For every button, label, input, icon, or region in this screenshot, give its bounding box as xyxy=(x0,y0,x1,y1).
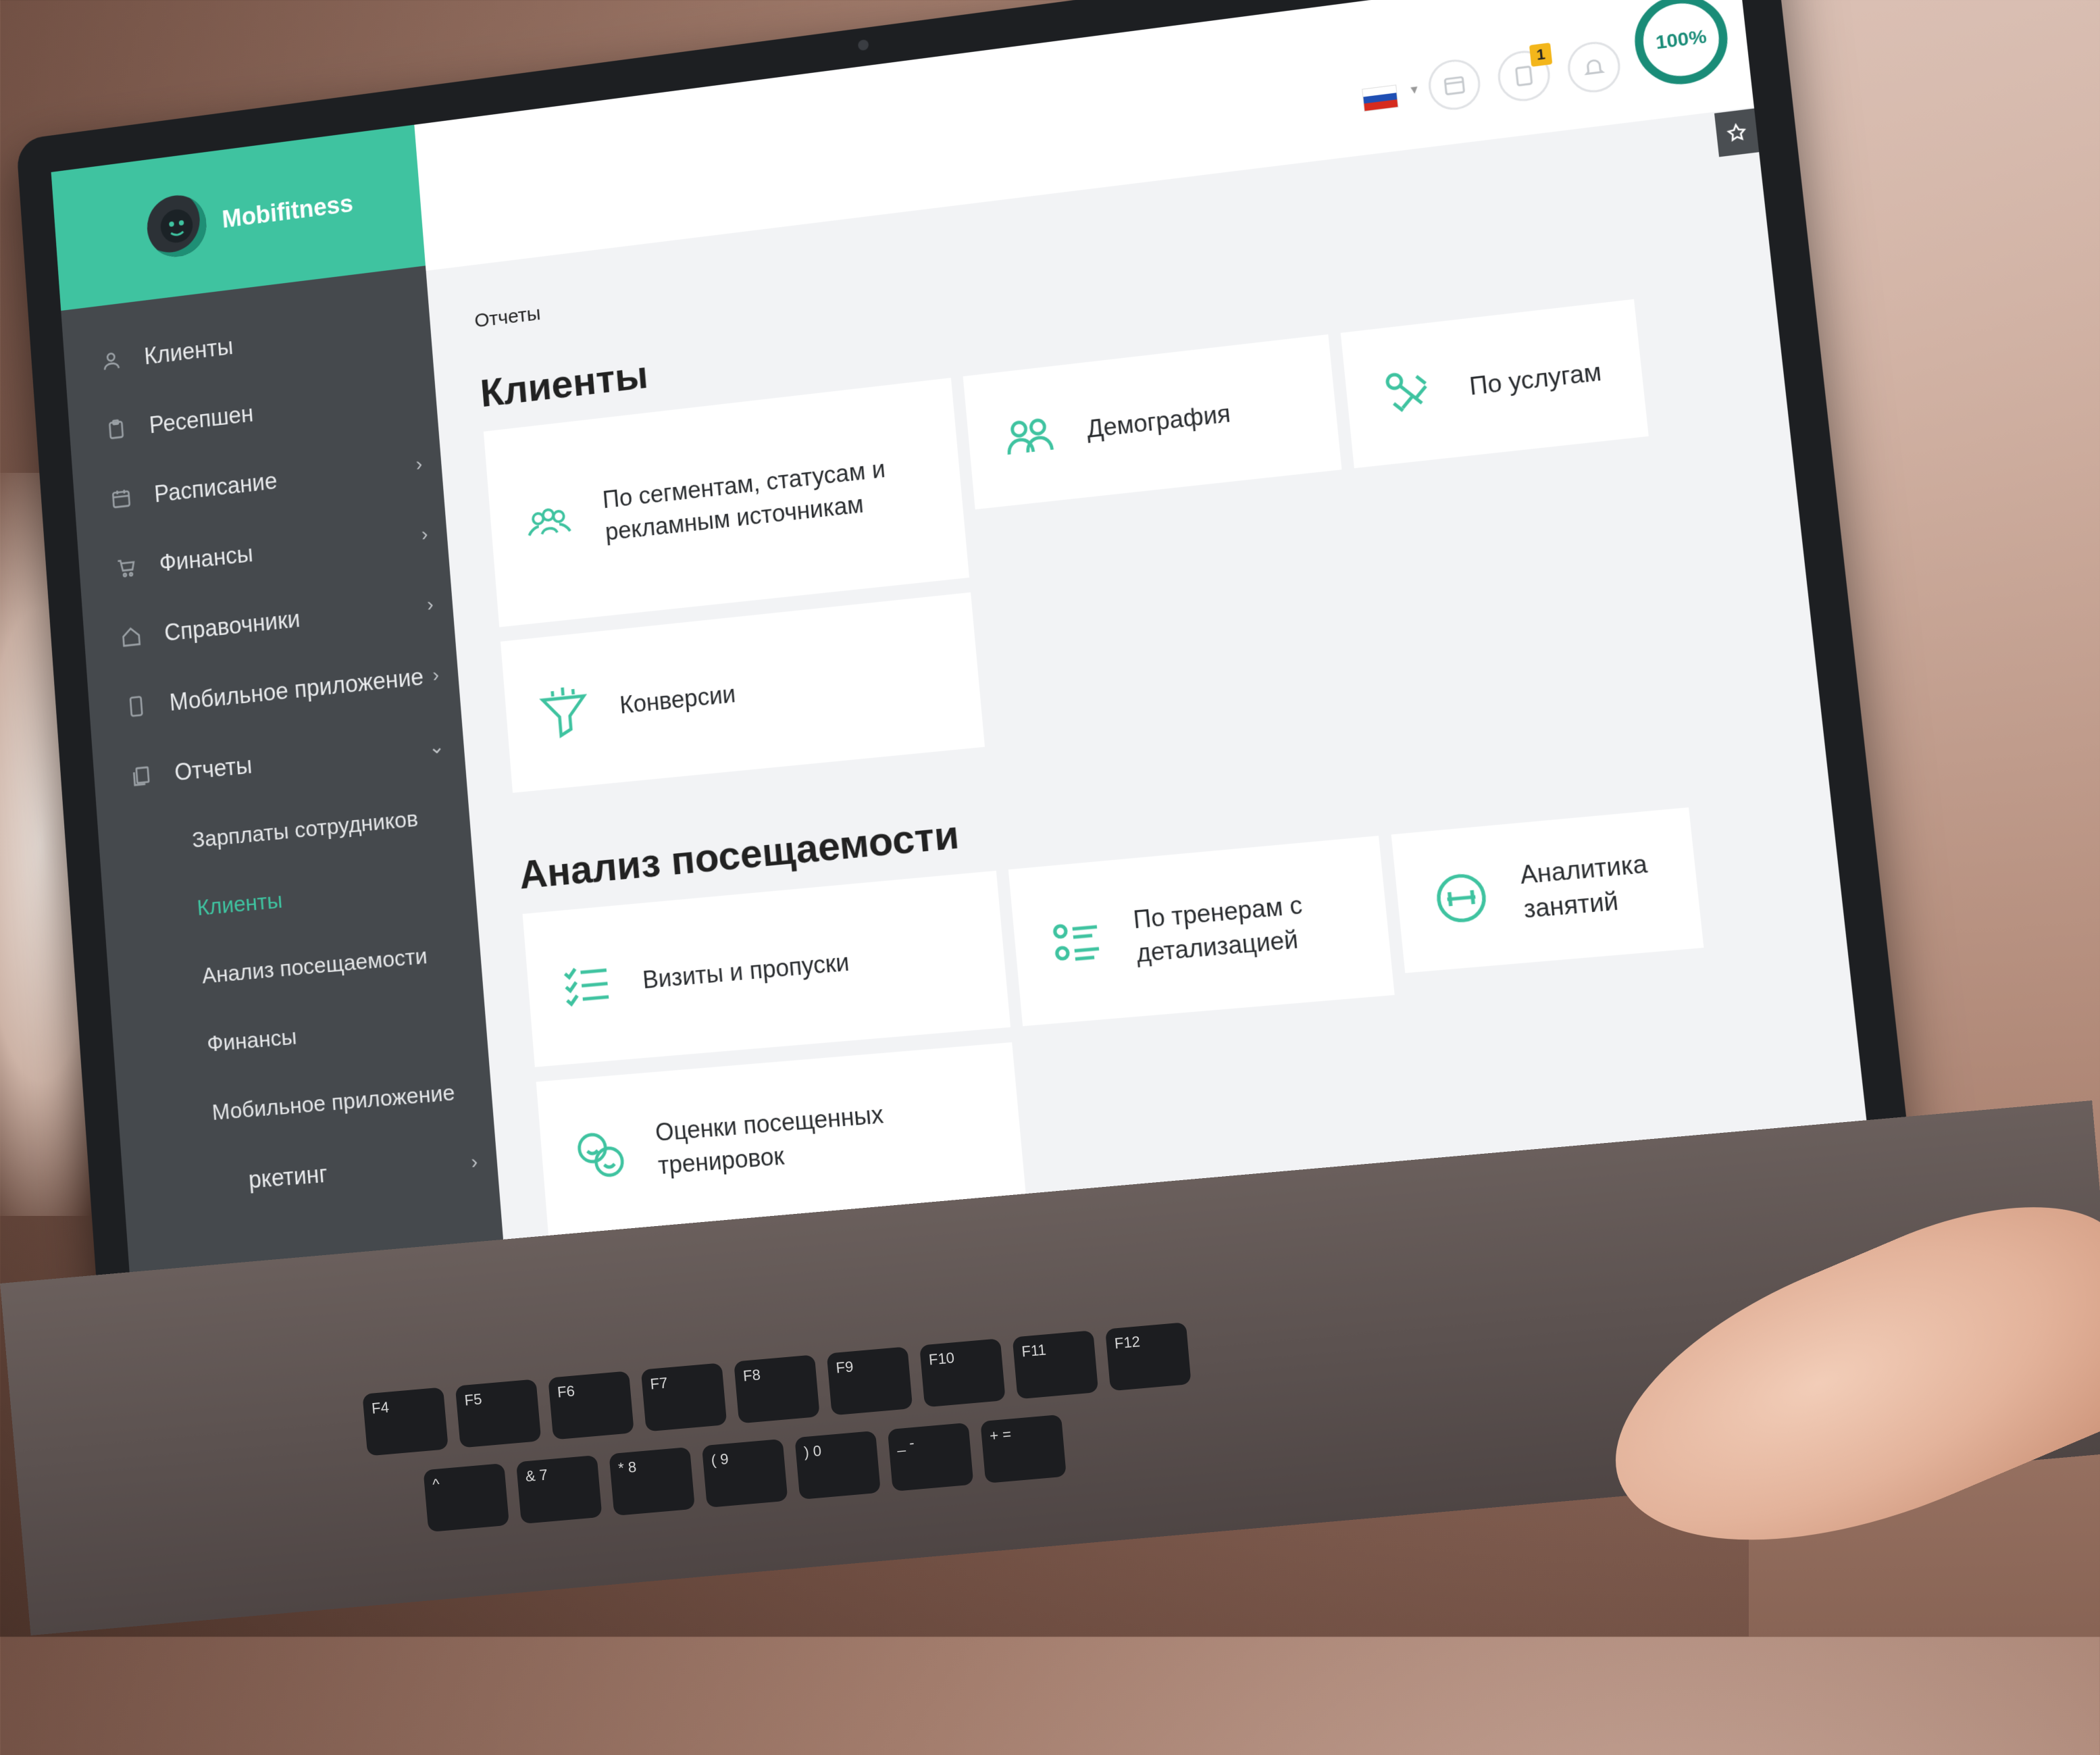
keyboard-key: F12 xyxy=(1105,1322,1192,1392)
chevron-down-icon: ▾ xyxy=(1410,82,1418,98)
reports-content: Отчеты Клиенты По сегментам, статусам и … xyxy=(426,107,1868,1240)
keyboard-key: ( 9 xyxy=(701,1438,788,1508)
keyboard-key: F9 xyxy=(826,1346,913,1416)
report-card-label: По тренерам с детализацией xyxy=(1132,891,1304,968)
sidebar-item-label: Справочники xyxy=(163,605,301,646)
keyboard-key: F5 xyxy=(455,1379,542,1448)
sidebar-item-label: Финансы xyxy=(158,540,254,577)
chevron-right-icon: › xyxy=(420,523,429,546)
report-card-trainers[interactable]: По тренерам с детализацией xyxy=(1008,836,1395,1027)
report-card-label: Оценки посещенных тренировок xyxy=(654,1100,885,1180)
dumbbell-circle-icon xyxy=(1431,868,1493,929)
keyboard-key: ) 0 xyxy=(794,1430,881,1500)
trainer-list-icon xyxy=(1047,913,1106,972)
report-card-label: По услугам xyxy=(1468,357,1603,401)
report-card-conversions[interactable]: Конверсии xyxy=(500,592,985,793)
sidebar-nav: Клиенты Ресепшен Расписание › Финансы › xyxy=(61,265,500,1225)
cart-icon xyxy=(113,553,139,582)
two-people-icon xyxy=(1000,407,1058,466)
report-card-segments[interactable]: По сегментам, статусам и рекламным источ… xyxy=(483,378,970,628)
gorilla-logo-icon xyxy=(145,192,209,261)
keyboard-key: F11 xyxy=(1012,1330,1099,1400)
keyboard-key: & 7 xyxy=(515,1454,603,1525)
language-flag-icon[interactable] xyxy=(1362,84,1399,112)
sidebar-item-label: ркетинг xyxy=(247,1160,329,1194)
report-card-label: Визиты и пропуски xyxy=(641,948,850,994)
calendar-icon xyxy=(1441,72,1467,97)
notifications-button[interactable] xyxy=(1565,39,1623,96)
clipboard-icon xyxy=(103,415,130,444)
chevron-right-icon: › xyxy=(470,1150,479,1173)
keyboard-key: F7 xyxy=(640,1363,727,1432)
smiley-faces-icon xyxy=(573,1125,630,1184)
phone-icon xyxy=(123,692,149,721)
keyboard-key: F10 xyxy=(919,1338,1006,1408)
report-card-demography[interactable]: Демография xyxy=(963,334,1342,510)
funnel-icon xyxy=(536,682,592,740)
report-card-label: По сегментам, статусам и рекламным источ… xyxy=(601,455,887,546)
keyboard-key: F8 xyxy=(734,1354,820,1424)
report-card-label: Демография xyxy=(1085,399,1232,443)
keyboard-key: _ - xyxy=(887,1422,974,1492)
brand-name: Mobifitness xyxy=(221,190,355,234)
keyboard-key: ^ xyxy=(423,1462,510,1533)
sidebar-item-label: Отчеты xyxy=(174,751,253,786)
user-icon xyxy=(98,347,124,375)
document-icon xyxy=(1511,63,1537,88)
keyboard-key: F4 xyxy=(362,1387,449,1456)
keyboard-key: F6 xyxy=(548,1371,634,1440)
checklist-icon xyxy=(559,957,615,1015)
keyboard-key: * 8 xyxy=(609,1446,695,1517)
chevron-down-icon: ⌄ xyxy=(428,735,446,759)
report-card-class-analytics[interactable]: Аналитика занятий xyxy=(1391,807,1704,973)
home-icon xyxy=(118,623,145,651)
profile-progress[interactable]: 100% xyxy=(1630,0,1733,90)
tasks-button[interactable]: 1 xyxy=(1495,43,1553,105)
sidebar-item-label: Ресепшен xyxy=(148,400,255,438)
sidebar-item-label: Мобильное приложение xyxy=(168,663,425,716)
keyboard-function-row: F4 F5 F6 F7 F8 F9 F10 F11 F12 xyxy=(362,1322,1192,1456)
bell-icon xyxy=(1581,54,1607,80)
dumbbell-tools-icon xyxy=(1379,363,1440,424)
report-card-label: Аналитика занятий xyxy=(1518,849,1649,924)
report-card-label: Конверсии xyxy=(618,680,737,719)
report-card-services[interactable]: По услугам xyxy=(1340,299,1649,469)
sidebar-item-label: Расписание xyxy=(153,467,278,508)
favorite-button[interactable] xyxy=(1714,108,1760,157)
notification-badge: 1 xyxy=(1529,43,1553,67)
documents-icon xyxy=(128,762,155,790)
people-group-icon xyxy=(521,494,577,552)
keyboard-key: + = xyxy=(980,1414,1067,1483)
calendar-icon xyxy=(108,484,134,513)
star-icon xyxy=(1725,121,1749,144)
report-card-visits[interactable]: Визиты и пропуски xyxy=(522,870,1011,1067)
chevron-right-icon: › xyxy=(415,453,424,476)
sidebar-item-label: Клиенты xyxy=(143,332,234,370)
chevron-right-icon: › xyxy=(426,593,434,616)
calendar-button[interactable] xyxy=(1426,56,1483,113)
chevron-right-icon: › xyxy=(432,663,440,686)
